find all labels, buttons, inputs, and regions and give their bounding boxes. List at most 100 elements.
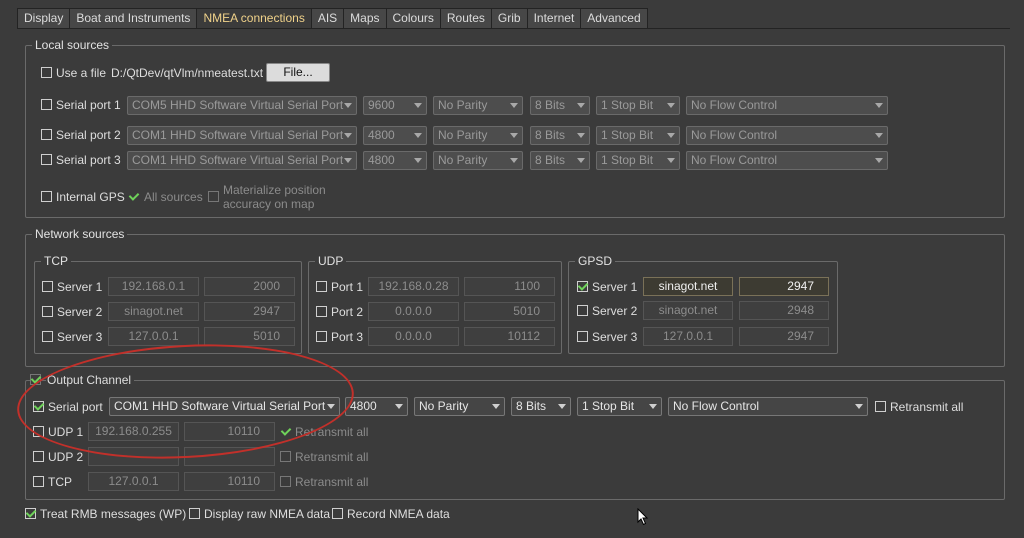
udp-port-2-port[interactable]: 5010 bbox=[464, 302, 555, 321]
tcp-server-2-host[interactable]: sinagot.net bbox=[108, 302, 199, 321]
tab-display[interactable]: Display bbox=[17, 8, 71, 28]
output-serial-port-checkbox[interactable] bbox=[33, 401, 44, 412]
internal-gps-label: Internal GPS bbox=[56, 190, 125, 204]
serial-port-1-baud-select[interactable]: 9600 bbox=[363, 96, 427, 115]
tcp-server-3-port[interactable]: 5010 bbox=[204, 327, 295, 346]
udp-port-2-host[interactable]: 0.0.0.0 bbox=[368, 302, 459, 321]
all-sources-checkbox[interactable] bbox=[128, 191, 139, 202]
output-udp-1-port[interactable]: 10110 bbox=[184, 422, 275, 441]
gpsd-server-1-checkbox[interactable] bbox=[577, 281, 588, 292]
treat-rmb-checkbox[interactable] bbox=[25, 508, 36, 519]
gpsd-server-2-port[interactable]: 2948 bbox=[739, 301, 829, 320]
output-flow-select[interactable]: No Flow Control bbox=[668, 397, 868, 416]
output-tcp-retransmit-checkbox[interactable] bbox=[280, 476, 291, 487]
tcp-server-2-port[interactable]: 2947 bbox=[204, 302, 295, 321]
tcp-server-1-host[interactable]: 192.168.0.1 bbox=[108, 277, 199, 296]
gpsd-server-2-checkbox[interactable] bbox=[577, 305, 588, 316]
tcp-server-3-label: Server 3 bbox=[57, 330, 103, 344]
serial-port-2-stop-select[interactable]: 1 Stop Bit bbox=[596, 126, 680, 145]
internal-gps-checkbox[interactable] bbox=[41, 191, 52, 202]
output-stop-select[interactable]: 1 Stop Bit bbox=[577, 397, 662, 416]
serial-port-2-flow-select[interactable]: No Flow Control bbox=[686, 126, 888, 145]
output-udp-1-host[interactable]: 192.168.0.255 bbox=[88, 422, 179, 441]
gpsd-server-1-port[interactable]: 2947 bbox=[739, 277, 829, 296]
output-udp-2-checkbox[interactable] bbox=[33, 451, 44, 462]
tcp-server-3-checkbox[interactable] bbox=[42, 331, 53, 342]
gpsd-server-3-host[interactable]: 127.0.0.1 bbox=[643, 327, 733, 346]
udp-port-2-label: Port 2 bbox=[331, 305, 364, 319]
file-button[interactable]: File... bbox=[266, 63, 330, 82]
serial-port-1-checkbox[interactable] bbox=[41, 99, 52, 110]
serial-port-3-flow-select[interactable]: No Flow Control bbox=[686, 151, 888, 170]
udp-port-3-host[interactable]: 0.0.0.0 bbox=[368, 327, 459, 346]
tab-routes[interactable]: Routes bbox=[439, 8, 492, 28]
use-file-label: Use a file bbox=[56, 66, 107, 80]
tab-boat-and-instruments[interactable]: Boat and Instruments bbox=[69, 8, 198, 28]
udp-port-1-checkbox[interactable] bbox=[316, 281, 327, 292]
output-tcp-port[interactable]: 10110 bbox=[184, 472, 275, 491]
serial-port-3-bits-select[interactable]: 8 Bits bbox=[530, 151, 590, 170]
chevron-down-icon bbox=[344, 158, 352, 163]
udp-port-2-checkbox[interactable] bbox=[316, 306, 327, 317]
output-tcp-host[interactable]: 127.0.0.1 bbox=[88, 472, 179, 491]
output-serial-retransmit-checkbox[interactable] bbox=[875, 401, 886, 412]
chevron-down-icon bbox=[414, 133, 422, 138]
output-udp-2-port[interactable] bbox=[184, 447, 275, 466]
serial-port-2-port-select[interactable]: COM1 HHD Software Virtual Serial Port bbox=[127, 126, 357, 145]
output-udp-1-checkbox[interactable] bbox=[33, 426, 44, 437]
output-baud-select[interactable]: 4800 bbox=[345, 397, 408, 416]
udp-port-1-host[interactable]: 192.168.0.28 bbox=[368, 277, 459, 296]
tab-grib[interactable]: Grib bbox=[490, 8, 528, 28]
serial-port-2-parity-select[interactable]: No Parity bbox=[433, 126, 523, 145]
udp-port-3-checkbox[interactable] bbox=[316, 331, 327, 342]
chevron-down-icon bbox=[395, 404, 403, 409]
serial-port-1-parity-select[interactable]: No Parity bbox=[433, 96, 523, 115]
record-nmea-label: Record NMEA data bbox=[347, 507, 450, 521]
gpsd-server-3-port[interactable]: 2947 bbox=[739, 327, 829, 346]
output-udp-2-host[interactable] bbox=[88, 447, 179, 466]
use-file-checkbox[interactable] bbox=[41, 67, 52, 78]
output-udp-1-retransmit-label: Retransmit all bbox=[295, 425, 369, 439]
output-udp-1-retransmit-checkbox[interactable] bbox=[280, 426, 291, 437]
serial-port-1-stop-select[interactable]: 1 Stop Bit bbox=[596, 96, 680, 115]
tcp-server-1-checkbox[interactable] bbox=[42, 281, 53, 292]
chevron-down-icon bbox=[510, 103, 518, 108]
serial-port-1-port-select[interactable]: COM5 HHD Software Virtual Serial Port bbox=[127, 96, 357, 115]
materialize-position-checkbox[interactable] bbox=[208, 191, 219, 202]
output-tcp-checkbox[interactable] bbox=[33, 476, 44, 487]
tcp-server-1-port[interactable]: 2000 bbox=[204, 277, 295, 296]
serial-port-3-baud-select[interactable]: 4800 bbox=[363, 151, 427, 170]
record-nmea-checkbox[interactable] bbox=[332, 508, 343, 519]
gpsd-server-1-host[interactable]: sinagot.net bbox=[643, 277, 733, 296]
tcp-server-2-checkbox[interactable] bbox=[42, 306, 53, 317]
serial-port-1-bits-select[interactable]: 8 Bits bbox=[530, 96, 590, 115]
gpsd-server-1-label: Server 1 bbox=[592, 280, 638, 294]
udp-port-1-port[interactable]: 1100 bbox=[464, 277, 555, 296]
serial-port-2-baud-select[interactable]: 4800 bbox=[363, 126, 427, 145]
tab-internet[interactable]: Internet bbox=[526, 8, 582, 28]
gpsd-server-3-checkbox[interactable] bbox=[577, 331, 588, 342]
tab-colours[interactable]: Colours bbox=[385, 8, 441, 28]
serial-port-3-parity-select[interactable]: No Parity bbox=[433, 151, 523, 170]
chevron-down-icon bbox=[875, 158, 883, 163]
tcp-server-3-host[interactable]: 127.0.0.1 bbox=[108, 327, 199, 346]
output-serial-port-select[interactable]: COM1 HHD Software Virtual Serial Port bbox=[109, 397, 340, 416]
tab-ais[interactable]: AIS bbox=[310, 8, 345, 28]
tab-nmea-connections[interactable]: NMEA connections bbox=[196, 8, 312, 29]
gpsd-server-2-host[interactable]: sinagot.net bbox=[643, 301, 733, 320]
output-parity-select[interactable]: No Parity bbox=[414, 397, 505, 416]
output-bits-select[interactable]: 8 Bits bbox=[511, 397, 571, 416]
udp-port-3-port[interactable]: 10112 bbox=[464, 327, 555, 346]
serial-port-3-checkbox[interactable] bbox=[41, 154, 52, 165]
display-raw-nmea-checkbox[interactable] bbox=[189, 508, 200, 519]
serial-port-3-stop-select[interactable]: 1 Stop Bit bbox=[596, 151, 680, 170]
output-channel-checkbox[interactable] bbox=[30, 374, 41, 385]
tab-advanced[interactable]: Advanced bbox=[580, 8, 648, 28]
tab-maps[interactable]: Maps bbox=[343, 8, 387, 28]
serial-port-1-flow-select[interactable]: No Flow Control bbox=[686, 96, 888, 115]
output-udp-2-retransmit-checkbox[interactable] bbox=[280, 451, 291, 462]
serial-port-2-bits-select[interactable]: 8 Bits bbox=[530, 126, 590, 145]
serial-port-3-port-select[interactable]: COM1 HHD Software Virtual Serial Port bbox=[127, 151, 357, 170]
tcp-title: TCP bbox=[41, 254, 71, 268]
serial-port-2-checkbox[interactable] bbox=[41, 129, 52, 140]
